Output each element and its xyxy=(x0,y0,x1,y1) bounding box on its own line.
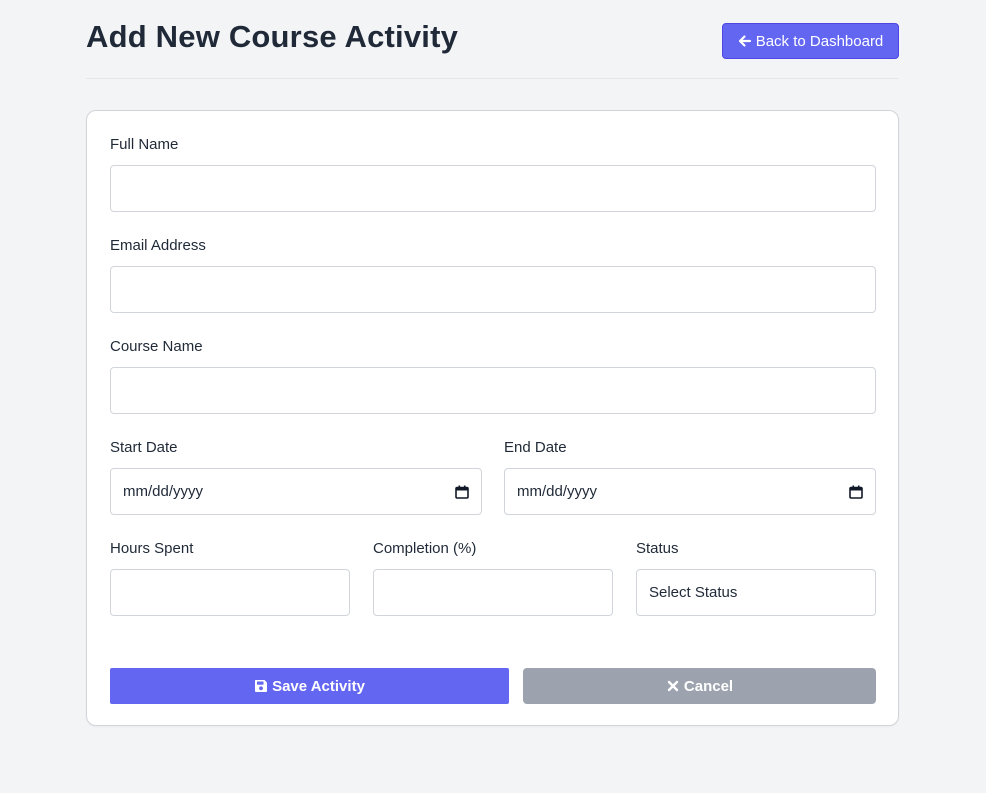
save-activity-button[interactable]: Save Activity xyxy=(110,668,509,704)
calendar-icon[interactable] xyxy=(849,485,863,499)
back-button-label: Back to Dashboard xyxy=(755,32,884,50)
status-label: Status xyxy=(636,540,679,557)
back-to-dashboard-button[interactable]: Back to Dashboard xyxy=(722,23,899,59)
end-date-input[interactable]: mm/dd/yyyy xyxy=(504,468,876,515)
email-input[interactable] xyxy=(110,266,876,313)
cancel-button-label: Cancel xyxy=(683,677,734,695)
hours-spent-label: Hours Spent xyxy=(110,540,194,557)
page-header: Add New Course Activity Back to Dashboar… xyxy=(86,0,899,79)
email-label: Email Address xyxy=(110,237,206,254)
arrow-left-icon xyxy=(738,35,751,47)
hours-spent-input[interactable] xyxy=(110,569,350,616)
floppy-disk-icon xyxy=(255,680,268,692)
start-date-placeholder: mm/dd/yyyy xyxy=(123,483,204,500)
full-name-input[interactable] xyxy=(110,165,876,212)
end-date-label: End Date xyxy=(504,439,567,456)
end-date-placeholder: mm/dd/yyyy xyxy=(517,483,598,500)
cancel-button[interactable]: Cancel xyxy=(523,668,876,704)
x-icon xyxy=(667,680,679,692)
course-name-label: Course Name xyxy=(110,338,203,355)
status-selected-value: Select Status xyxy=(649,584,738,601)
full-name-label: Full Name xyxy=(110,136,179,153)
status-select[interactable]: Select Status xyxy=(636,569,876,616)
course-name-input[interactable] xyxy=(110,367,876,414)
start-date-input[interactable]: mm/dd/yyyy xyxy=(110,468,482,515)
completion-label: Completion (%) xyxy=(373,540,477,557)
start-date-label: Start Date xyxy=(110,439,178,456)
page-title: Add New Course Activity xyxy=(86,19,459,54)
calendar-icon[interactable] xyxy=(455,485,469,499)
activity-form-card: Full Name Email Address Course Name Star… xyxy=(86,110,899,726)
save-button-label: Save Activity xyxy=(272,677,365,695)
completion-input[interactable] xyxy=(373,569,613,616)
